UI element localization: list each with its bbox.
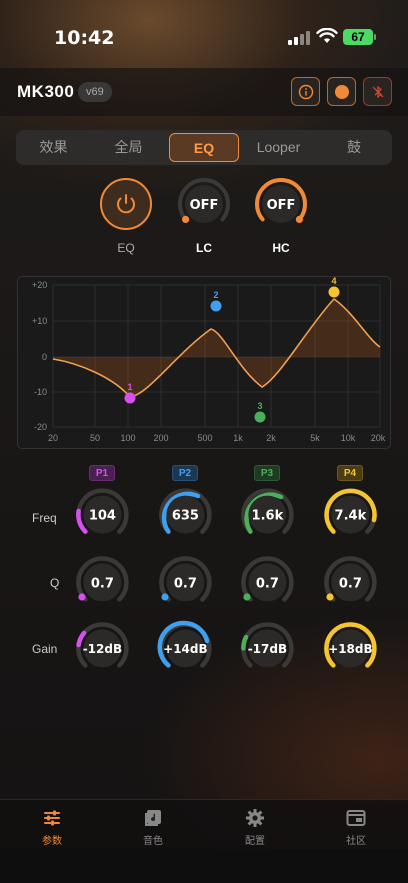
y-tick: +10: [32, 316, 47, 326]
freq-knob-p2[interactable]: 635: [159, 488, 212, 534]
device-title: MK300: [17, 82, 75, 101]
freq-value-p2: 635: [172, 509, 199, 524]
record-dot-icon: [334, 84, 349, 99]
tab-bar: 效果 全局 EQ Looper 鼓: [16, 130, 392, 165]
eq-label: EQ: [117, 241, 135, 255]
freq-knob-p3[interactable]: 1.6k: [241, 488, 294, 534]
status-time: 10:42: [54, 27, 115, 49]
app-header: MK300 v69: [0, 68, 408, 116]
tab-drum[interactable]: 鼓: [316, 130, 392, 165]
eq-point-2-label: 2: [213, 290, 218, 300]
freq-knob-p4[interactable]: 7.4k: [324, 488, 377, 534]
q-value-p2: 0.7: [174, 576, 197, 591]
band-knob-grid: 104 0.7 -12dB 635 0.7 +14dB 1.6k 0.7 -17…: [76, 488, 377, 668]
battery-icon: 67: [343, 29, 376, 45]
tab-eq[interactable]: EQ: [169, 133, 239, 162]
y-tick: -20: [34, 422, 47, 432]
eq-graph[interactable]: +20 +10 0 -10 -20 20 50 100 200 500 1k 2…: [17, 276, 391, 449]
tab-effects[interactable]: 效果: [16, 130, 91, 165]
cellular-signal-icon: [288, 31, 312, 45]
tab-looper[interactable]: Looper: [241, 130, 316, 165]
nav-settings[interactable]: 配置: [225, 808, 285, 847]
nav-community[interactable]: 社区: [326, 808, 386, 847]
x-tick: 500: [197, 433, 212, 443]
tab-global[interactable]: 全局: [91, 130, 166, 165]
y-tick: -10: [34, 387, 47, 397]
lc-value: OFF: [190, 198, 219, 213]
gain-knob-p1[interactable]: -12dB: [76, 622, 129, 668]
gain-value-p1: -12dB: [83, 642, 122, 656]
eq-power-button[interactable]: [98, 176, 154, 232]
band-badge-p4: P4: [337, 465, 363, 481]
q-value-p1: 0.7: [91, 576, 114, 591]
x-tick: 10k: [341, 433, 356, 443]
x-tick: 20: [48, 433, 58, 443]
nav-settings-label: 配置: [245, 836, 265, 847]
freq-value-p1: 104: [89, 509, 116, 524]
x-tick: 1k: [233, 433, 243, 443]
hc-label: HC: [272, 241, 290, 255]
record-button[interactable]: [327, 77, 356, 106]
info-icon: [298, 84, 313, 99]
sliders-icon: [44, 810, 60, 826]
eq-point-1-label: 1: [127, 382, 132, 392]
q-value-p3: 0.7: [256, 576, 279, 591]
eq-point-3[interactable]: [254, 411, 266, 423]
q-knob-p1[interactable]: 0.7: [76, 556, 129, 602]
eq-point-3-label: 3: [257, 401, 262, 411]
bluetooth-button[interactable]: [363, 77, 392, 106]
gain-knob-p2[interactable]: +14dB: [157, 620, 212, 668]
hc-value: OFF: [267, 198, 296, 213]
battery-level: 67: [351, 30, 365, 44]
wifi-icon: [316, 28, 338, 43]
lc-label: LC: [196, 241, 212, 255]
band-badge-p1: P1: [89, 465, 115, 481]
q-knob-p2[interactable]: 0.7: [159, 556, 212, 602]
status-bar: 10:42 67: [0, 0, 408, 70]
hc-knob[interactable]: OFF: [253, 176, 309, 232]
gain-value-p3: -17dB: [248, 642, 287, 656]
community-icon: [346, 810, 366, 826]
x-tick: 50: [90, 433, 100, 443]
y-tick: 0: [42, 352, 47, 362]
gain-knob-p3[interactable]: -17dB: [241, 622, 294, 668]
band-badge-p2: P2: [172, 465, 198, 481]
x-tick: 5k: [310, 433, 320, 443]
nav-tones-label: 音色: [143, 836, 163, 847]
eq-point-2[interactable]: [210, 300, 222, 312]
x-tick: 2k: [266, 433, 276, 443]
nav-tones[interactable]: 音色: [123, 808, 183, 847]
freq-value-p3: 1.6k: [252, 509, 284, 524]
info-button[interactable]: [291, 77, 320, 106]
gain-knob-p4[interactable]: +18dB: [324, 622, 377, 668]
nav-params-label: 参数: [42, 836, 62, 847]
version-badge: v69: [78, 82, 112, 102]
freq-knob-p1[interactable]: 104: [76, 488, 129, 534]
band-badge-p3: P3: [254, 465, 280, 481]
home-indicator-area: [0, 849, 408, 883]
q-knob-p3[interactable]: 0.7: [241, 556, 294, 602]
lc-knob[interactable]: OFF: [176, 176, 232, 232]
eq-point-4-label: 4: [331, 277, 336, 286]
y-tick: +20: [32, 280, 47, 290]
gain-value-p2: +14dB: [163, 642, 208, 656]
q-knob-p4[interactable]: 0.7: [324, 556, 377, 602]
x-tick: 100: [120, 433, 135, 443]
bottom-nav: 参数 音色 配置 社区: [0, 799, 408, 849]
freq-value-p4: 7.4k: [335, 509, 367, 524]
gear-icon: [246, 809, 264, 827]
nav-params[interactable]: 参数: [22, 808, 82, 847]
q-value-p4: 0.7: [339, 576, 362, 591]
x-tick: 200: [153, 433, 168, 443]
nav-community-label: 社区: [346, 836, 366, 847]
eq-point-4[interactable]: [328, 286, 340, 298]
eq-point-1[interactable]: [124, 392, 136, 404]
x-tick: 20k: [371, 433, 386, 443]
gain-value-p4: +18dB: [328, 642, 373, 656]
music-note-icon: [145, 810, 161, 826]
bluetooth-off-icon: [372, 85, 383, 98]
